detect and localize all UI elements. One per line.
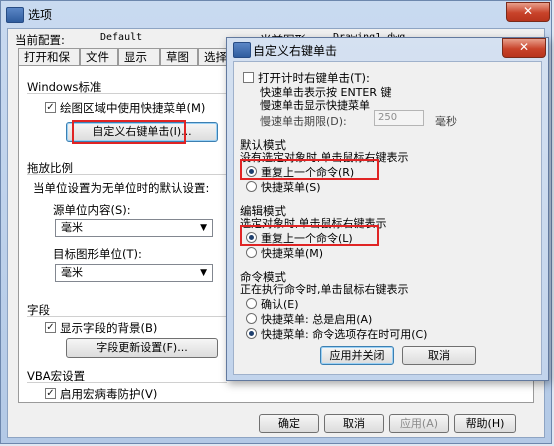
tab-open-save[interactable]: 打开和保存 (18, 48, 80, 81)
highlight-box (240, 159, 379, 180)
source-units-select[interactable]: 毫米 ▼ (55, 219, 213, 237)
edit-shortcut-radio[interactable] (246, 247, 257, 258)
tab-display[interactable]: 显示 (118, 48, 160, 65)
shortcut-menu-label: 绘图区域中使用快捷菜单(M) (60, 101, 206, 115)
divider (27, 382, 227, 383)
rc-cancel-button[interactable]: 取消 (402, 346, 476, 365)
rc-close-button[interactable]: ✕ (502, 38, 546, 58)
command-mode-desc: 正在执行命令时,单击鼠标右键表示 (240, 283, 409, 296)
help-button[interactable]: 帮助(H) (454, 414, 516, 433)
apply-close-button[interactable]: 应用并关闭 (320, 346, 394, 365)
divider (27, 316, 227, 317)
command-options-label: 快捷菜单: 命令选项存在时可用(C) (261, 328, 428, 341)
highlight-box (72, 120, 186, 144)
ok-button[interactable]: 确定 (259, 414, 319, 433)
duration-input[interactable]: 250 (374, 110, 424, 126)
default-shortcut-radio[interactable] (246, 181, 257, 192)
divider (27, 174, 227, 175)
field-bg-checkbox[interactable]: ✓ (45, 322, 56, 333)
source-units-value: 毫米 (61, 221, 83, 234)
default-shortcut-label: 快捷菜单(S) (261, 181, 321, 194)
drag-scale-desc: 当单位设置为无单位时的默认设置: (33, 181, 210, 195)
options-title-bar[interactable]: 选项 ✕ (1, 1, 553, 27)
tab-files[interactable]: 文件 (80, 48, 118, 65)
command-always-radio[interactable] (246, 313, 257, 324)
edit-shortcut-label: 快捷菜单(M) (261, 247, 324, 260)
current-profile-value: Default (100, 32, 143, 43)
highlight-box (240, 225, 379, 246)
duration-label: 慢速单击期限(D): (260, 115, 347, 128)
rc-client-area: 打开计时右键单击(T): 快速单击表示按 ENTER 键 慢速单击显示快捷菜单 … (233, 61, 542, 375)
divider (27, 93, 227, 94)
tab-drafting[interactable]: 草图 (160, 48, 198, 65)
command-always-label: 快捷菜单: 总是启用(A) (261, 313, 373, 326)
source-units-label: 源单位内容(S): (53, 203, 131, 217)
right-click-dialog: 自定义右键单击 ✕ 打开计时右键单击(T): 快速单击表示按 ENTER 键 慢… (226, 37, 549, 381)
macro-virus-checkbox[interactable]: ✓ (45, 388, 56, 399)
rc-title: 自定义右键单击 (253, 44, 338, 58)
timed-line-2: 慢速单击显示快捷菜单 (260, 99, 370, 112)
duration-unit: 毫秒 (435, 115, 457, 128)
target-units-select[interactable]: 毫米 ▼ (55, 264, 213, 282)
chevron-down-icon: ▼ (200, 223, 207, 233)
timed-right-click-checkbox[interactable] (243, 72, 254, 83)
target-units-value: 毫米 (61, 266, 83, 279)
target-units-label: 目标图形单位(T): (53, 247, 142, 261)
current-profile-label: 当前配置: (15, 33, 65, 47)
cancel-button[interactable]: 取消 (324, 414, 384, 433)
rc-title-bar[interactable]: 自定义右键单击 ✕ (227, 38, 548, 60)
command-confirm-radio[interactable] (246, 298, 257, 309)
field-update-button[interactable]: 字段更新设置(F)... (66, 338, 218, 358)
apply-button[interactable]: 应用(A) (389, 414, 449, 433)
app-icon (6, 7, 24, 23)
field-bg-label: 显示字段的背景(B) (60, 321, 158, 335)
command-confirm-label: 确认(E) (261, 298, 299, 311)
macro-virus-label: 启用宏病毒防护(V) (60, 387, 158, 401)
shortcut-menu-checkbox[interactable]: ✓ (45, 102, 56, 113)
chevron-down-icon: ▼ (200, 268, 207, 278)
options-close-button[interactable]: ✕ (506, 2, 550, 22)
app-icon (233, 42, 251, 58)
command-options-radio[interactable] (246, 328, 257, 339)
options-title: 选项 (28, 8, 53, 22)
